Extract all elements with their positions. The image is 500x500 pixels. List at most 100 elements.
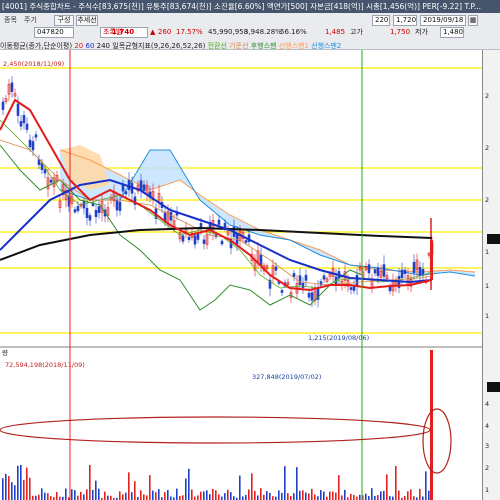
volume-bar	[371, 488, 373, 500]
low-price: 1,750	[390, 28, 411, 36]
ma-legend-label: 이동평균(종가,단순이평)	[0, 42, 73, 50]
config-button[interactable]: 구성	[54, 15, 74, 26]
volume-bar	[140, 490, 142, 500]
volume-bar	[143, 494, 145, 500]
span2-legend: 선행스팬2	[311, 42, 342, 50]
volume-bar	[335, 492, 337, 500]
volume-bar	[188, 468, 190, 500]
volume-bar	[311, 488, 313, 500]
base-legend: 기준선	[229, 42, 249, 50]
price-high-annotation: 2,450(2018/11/09)	[3, 60, 64, 68]
current-price: 1,740	[112, 28, 135, 36]
volume-bar	[44, 492, 46, 500]
candle-body	[382, 264, 386, 277]
volume-tick: 2	[485, 464, 490, 472]
volume-bar	[59, 496, 61, 500]
candle-body	[292, 273, 296, 278]
volume-bar	[419, 488, 421, 500]
ratio-value: 56.16%	[280, 28, 307, 36]
volume-bar	[410, 489, 412, 500]
candle-body	[97, 206, 101, 214]
date-to-input[interactable]: 2019/09/18	[420, 15, 466, 26]
volume-value: 45,990,958	[208, 28, 249, 36]
volume-bar	[284, 466, 286, 500]
volume-bar	[38, 494, 40, 500]
volume-bar	[119, 491, 121, 500]
volume-bar	[338, 475, 340, 500]
volume-bar	[245, 494, 247, 500]
price-tick: 2	[485, 144, 490, 152]
volume-bar	[179, 495, 181, 500]
candle-body	[16, 103, 20, 116]
volume-bar	[314, 494, 316, 500]
volume-bar	[86, 489, 88, 500]
candle-body	[34, 134, 38, 138]
current-volume-badge	[487, 382, 500, 392]
volume-mid-annotation: 327,848(2019/07/02)	[252, 373, 321, 381]
volume-bar	[23, 479, 25, 500]
volume-bar	[2, 478, 4, 500]
candle-body	[307, 292, 311, 298]
volume-bar	[389, 496, 391, 500]
price-low-annotation: 1,215(2019/08/06)	[308, 334, 369, 342]
candle-body	[73, 209, 77, 213]
candle-body	[187, 236, 191, 240]
volume-bar	[281, 492, 283, 500]
volume-bar	[128, 472, 130, 500]
volume-bar	[332, 491, 334, 500]
volume-bar	[344, 489, 346, 500]
volume-bar	[413, 496, 415, 500]
candle-body	[301, 282, 305, 289]
date-from-input[interactable]: 1,720	[393, 15, 417, 26]
volume-bar	[287, 493, 289, 500]
volume-bar	[383, 490, 385, 500]
volume-bar	[404, 496, 406, 500]
high-label: 고가	[350, 28, 363, 36]
volume-tick: 1	[485, 486, 490, 494]
volume-bar	[428, 490, 430, 500]
volume-bar	[425, 471, 427, 500]
price-tick: 1	[485, 248, 490, 256]
tab-stock[interactable]: 종목	[2, 15, 19, 26]
price-tick: 1	[485, 282, 490, 290]
volume-bar	[386, 474, 388, 500]
candle-body	[220, 240, 224, 245]
candle-body	[142, 184, 146, 192]
volume-bar	[110, 495, 112, 500]
calendar-icon[interactable]: ▦	[468, 15, 478, 26]
volume-bar	[206, 490, 208, 500]
volume-pane-label: 량	[2, 349, 8, 357]
volume-bar	[224, 493, 226, 500]
right-price-axis: 2 2 2 1 1 1 4 4 3 2 1	[482, 50, 500, 500]
amount-value: 3,948.28%	[244, 28, 282, 36]
quantity-input[interactable]: 1,480	[440, 27, 464, 38]
stock-chart[interactable]: 2,450(2018/11/09) 1,215(2019/08/06) 량 72…	[0, 50, 482, 500]
candle-body	[418, 267, 422, 276]
low-label: 저가	[415, 28, 428, 36]
candle-body	[19, 121, 23, 127]
window-title-bar: [4001] 주식종합차트 - 주식수[83,675(천)] 유통주[83,67…	[0, 0, 500, 13]
candle-body	[1, 101, 5, 110]
volume-bar	[125, 492, 127, 500]
candle-body	[118, 201, 122, 211]
volume-bar	[98, 488, 100, 500]
candle-body	[280, 290, 284, 293]
stock-code-input[interactable]: 047820	[34, 27, 74, 38]
volume-bar	[14, 485, 16, 500]
volume-bar	[185, 478, 187, 500]
tab-period[interactable]: 주기	[22, 15, 39, 26]
current-price-badge	[487, 234, 500, 244]
candle-body	[244, 240, 248, 243]
trendline-button[interactable]: 추세선	[76, 15, 98, 26]
volume-bar	[71, 489, 73, 500]
candle-body	[310, 292, 314, 301]
candle-body	[193, 235, 197, 245]
candle-body	[22, 115, 26, 124]
period-count-input[interactable]: 220	[372, 15, 390, 26]
candle-body	[181, 235, 185, 242]
volume-bar	[89, 464, 91, 500]
volume-high-annotation: 72,594,198(2018/11/09)	[5, 361, 85, 369]
candle-body	[88, 215, 92, 221]
volume-bar	[197, 495, 199, 500]
candle-body	[94, 209, 98, 217]
